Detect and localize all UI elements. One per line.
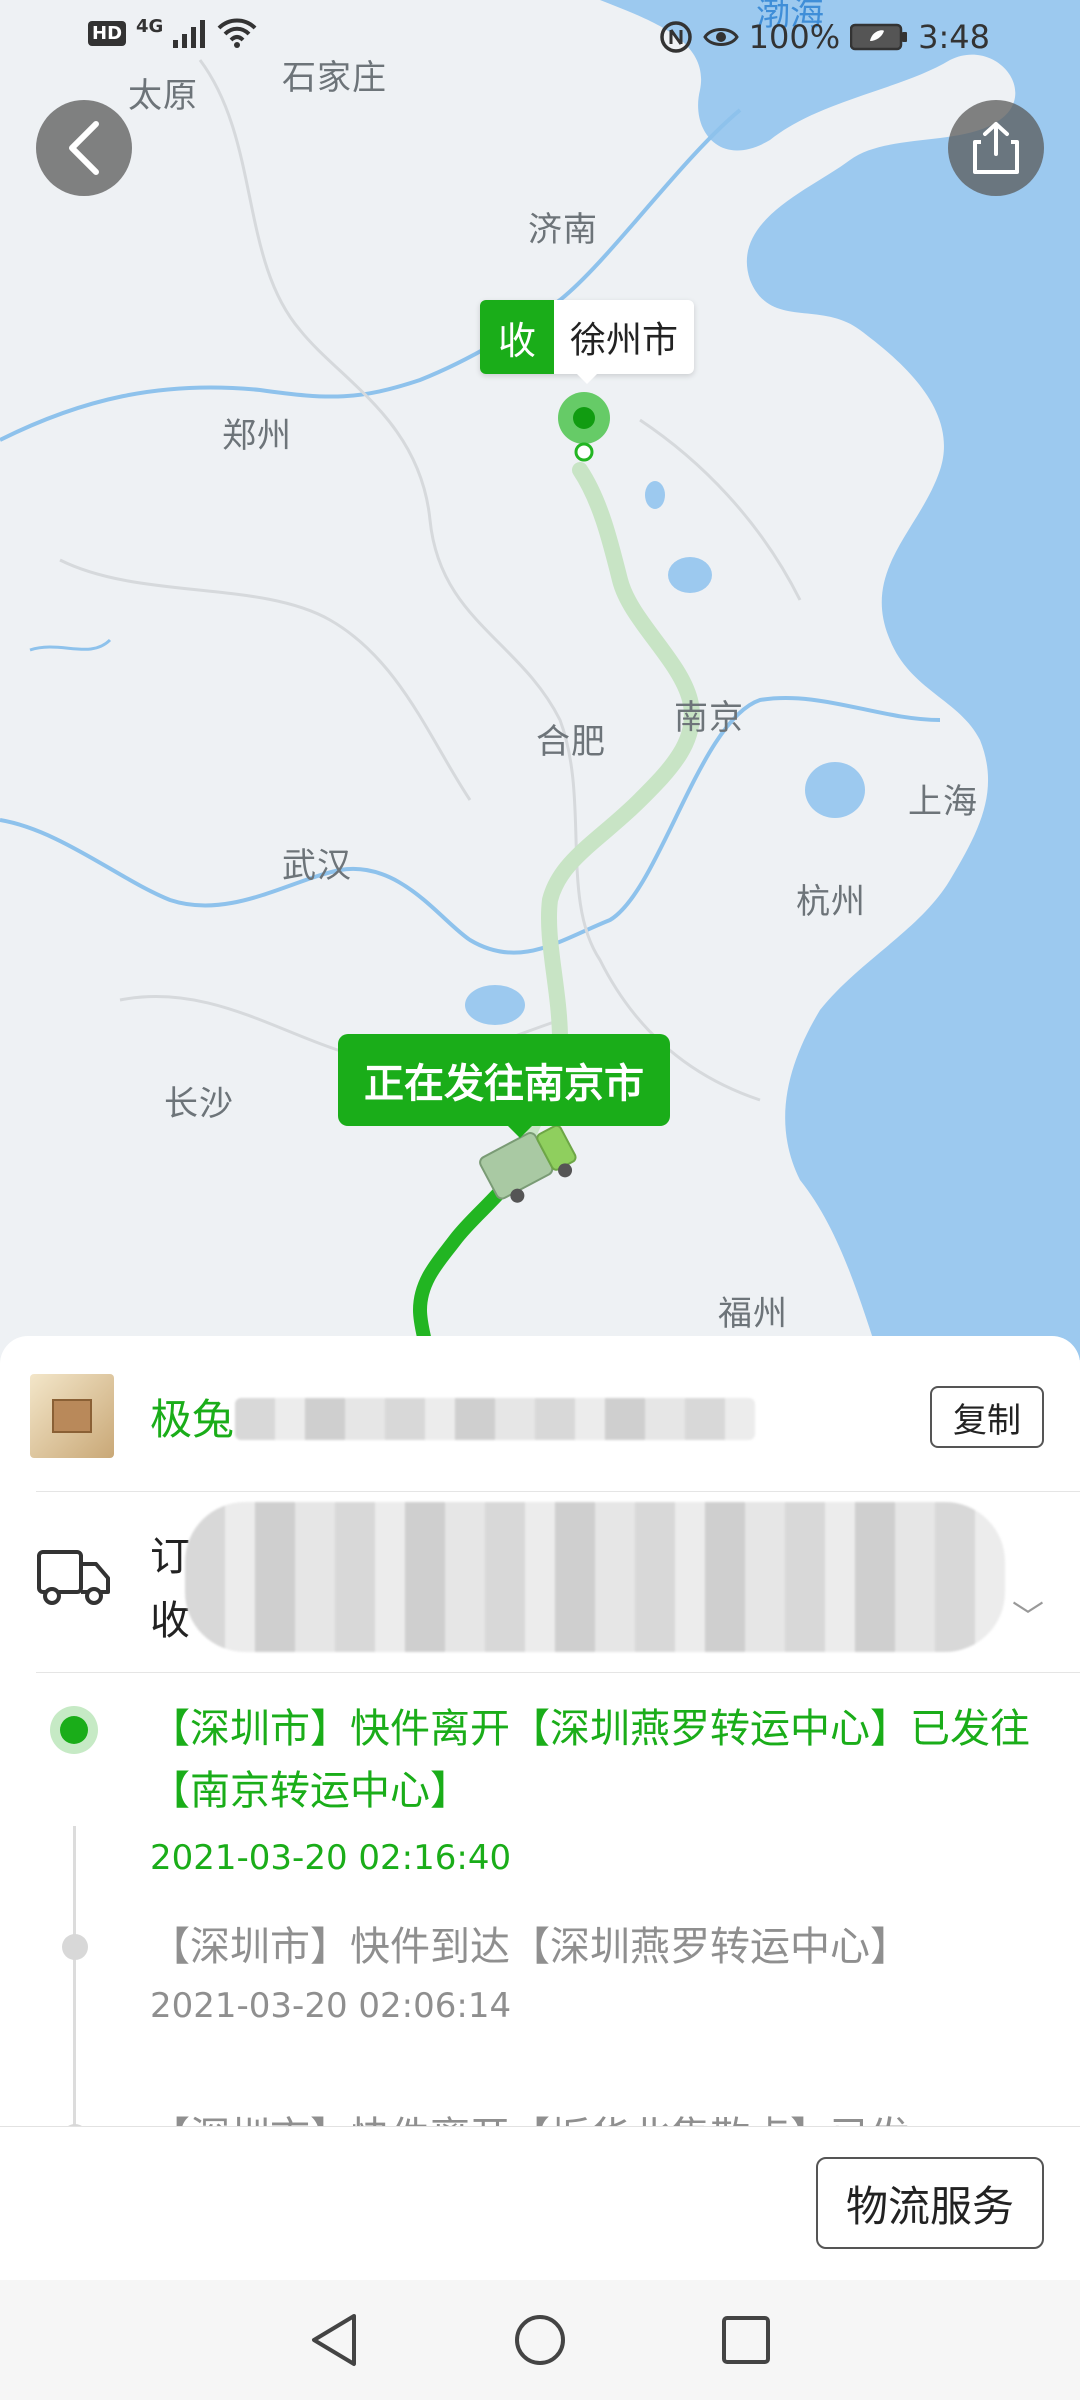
timeline-dot	[62, 1934, 88, 1960]
map-city-label: 杭州	[796, 882, 866, 922]
nfc-icon	[659, 21, 692, 53]
chevron-left-icon	[69, 121, 99, 175]
redacted-order-info	[185, 1502, 1005, 1652]
courier-logo	[30, 1374, 114, 1458]
timeline-dot-active	[50, 1706, 98, 1754]
eye-comfort-icon	[702, 28, 739, 46]
map-view[interactable]: 太原 石家庄 济南 郑州 合肥 南京 上海 武汉 杭州 长沙 福州 渤海 收 徐…	[0, 0, 1080, 1360]
system-nav-bar	[0, 2280, 1080, 2400]
map-city-label: 南京	[674, 698, 744, 738]
timeline-text: 【深圳市】快件到达【深圳燕罗转运中心】	[150, 1924, 910, 1970]
map-city-label: 郑州	[222, 416, 292, 456]
status-bar: HD 4G 100% 3:48	[0, 0, 1080, 80]
map-city-label: 长沙	[164, 1084, 234, 1124]
timeline-time: 2021-03-20 02:06:14	[150, 1986, 512, 2026]
order-info-row[interactable]: 订单 收 ﹀	[0, 1492, 1080, 1672]
wifi-icon	[217, 18, 257, 48]
nav-recents-icon[interactable]	[718, 2312, 774, 2368]
share-icon	[973, 122, 1019, 174]
redacted-tracking-number	[235, 1398, 755, 1440]
shipment-detail-sheet: 极兔 复制 订单 收 ﹀ 【深圳市】快件离开【深圳燕罗转运中心】已发往【南京转运…	[0, 1336, 1080, 2126]
receiver-city: 徐州市	[570, 320, 679, 361]
receiver-badge: 收	[480, 300, 554, 374]
timeline-text: 【深圳市】快件离开【坂华北集散点】已发	[150, 2106, 1030, 2126]
bottom-action-bar: 物流服务	[0, 2126, 1080, 2280]
battery-icon	[850, 23, 908, 51]
timeline-text: 【深圳市】快件离开【深圳燕罗转运中心】已发往【南京转运中心】	[150, 1706, 1030, 1814]
clock: 3:48	[918, 18, 990, 56]
map-city-label: 济南	[528, 210, 598, 250]
nav-home-icon[interactable]	[512, 2312, 568, 2368]
back-button[interactable]	[36, 100, 132, 196]
signal-icon	[173, 20, 206, 48]
status-bubble-pointer	[506, 1124, 534, 1138]
hd-indicator: HD	[88, 20, 127, 46]
map-city-label: 武汉	[282, 846, 352, 886]
timeline-time: 2021-03-20 02:16:40	[150, 1838, 512, 1878]
share-button[interactable]	[948, 100, 1044, 196]
network-type: 4G	[136, 15, 164, 37]
logistics-service-button[interactable]: 物流服务	[816, 2157, 1044, 2249]
battery-percent: 100%	[748, 18, 841, 56]
receiver-label: 收	[150, 1598, 190, 1644]
map-city-label: 合肥	[536, 722, 606, 762]
timeline-line	[73, 1826, 76, 2126]
receiver-location-tag: 收 徐州市	[480, 300, 695, 374]
map-city-label: 福州	[718, 1294, 788, 1334]
receiver-tag-pointer	[575, 372, 599, 384]
shipment-status-bubble: 正在发往南京市	[338, 1034, 670, 1126]
courier-row: 极兔 复制	[0, 1336, 1080, 1491]
map-city-label: 上海	[908, 782, 978, 822]
nav-back-icon[interactable]	[306, 2310, 362, 2370]
divider	[36, 1672, 1080, 1673]
courier-name: 极兔	[150, 1395, 235, 1444]
chevron-down-icon: ﹀	[1011, 1598, 1044, 1636]
truck-icon	[37, 1550, 110, 1605]
copy-button[interactable]: 复制	[930, 1386, 1044, 1448]
